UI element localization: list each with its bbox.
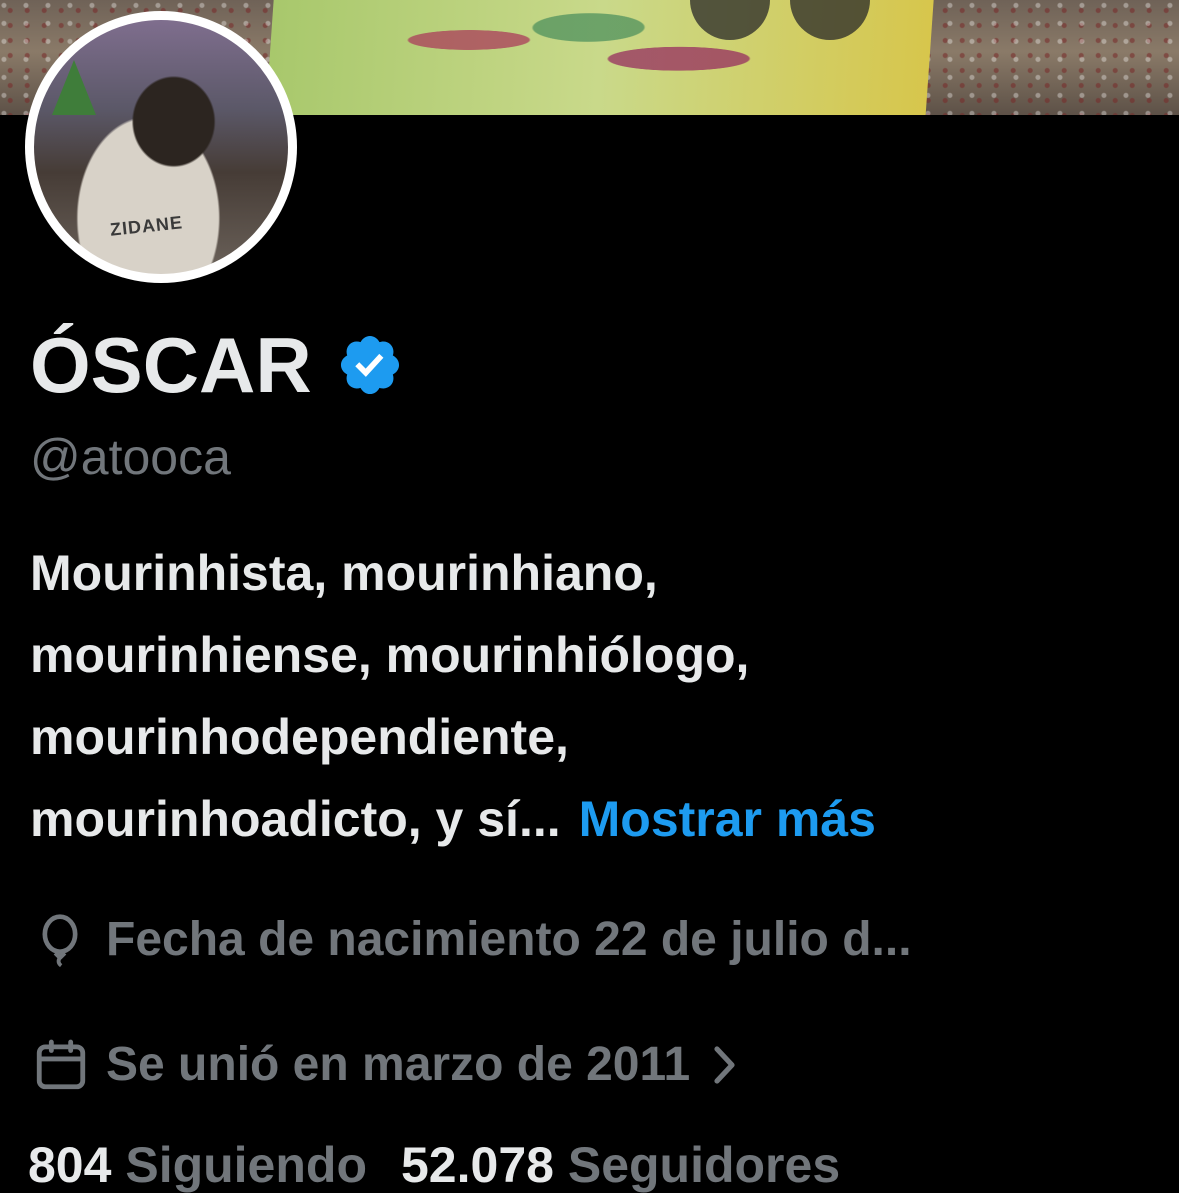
avatar-jersey-text: ZIDANE <box>109 212 184 240</box>
avatar[interactable]: ZIDANE <box>34 20 288 274</box>
display-name: ÓSCAR <box>30 321 312 409</box>
joined-text: Se unió en marzo de 2011 <box>106 1038 691 1091</box>
balloon-icon <box>42 914 78 968</box>
following-count: 804 <box>28 1137 112 1193</box>
handle: @atooca <box>30 429 231 485</box>
bio-line: mourinhoadicto, y sí... <box>30 791 561 847</box>
name-row: ÓSCAR <box>30 326 404 404</box>
show-more-link[interactable]: Mostrar más <box>579 791 876 847</box>
bio: Mourinhista, mourinhiano, mourinhiense, … <box>30 532 1150 860</box>
bio-line: mourinhiense, mourinhiólogo, <box>30 627 750 683</box>
bio-line: Mourinhista, mourinhiano, <box>30 545 658 601</box>
birth-date-row: Fecha de nacimiento 22 de julio d... <box>32 912 912 968</box>
verified-badge-icon[interactable] <box>336 331 404 399</box>
followers-label: Seguidores <box>567 1137 841 1193</box>
follow-stats: 804 Siguiendo 52.078 Seguidores <box>28 1140 840 1190</box>
avatar-frame[interactable]: ZIDANE <box>25 11 297 283</box>
birth-date-text: Fecha de nacimiento 22 de julio d... <box>106 913 912 966</box>
followers-count: 52.078 <box>401 1137 554 1193</box>
followers-link[interactable]: 52.078 Seguidores <box>401 1137 840 1193</box>
christmas-tree-icon <box>52 60 96 115</box>
calendar-icon <box>36 1039 86 1090</box>
following-label: Siguiendo <box>125 1137 367 1193</box>
chevron-right-icon[interactable] <box>712 1044 738 1086</box>
following-link[interactable]: 804 Siguiendo <box>28 1137 367 1193</box>
bio-last-line-row: mourinhoadicto, y sí... Mostrar más <box>30 778 1150 860</box>
joined-row[interactable]: Se unió en marzo de 2011 <box>32 1036 738 1094</box>
bio-line: mourinhodependiente, <box>30 709 569 765</box>
